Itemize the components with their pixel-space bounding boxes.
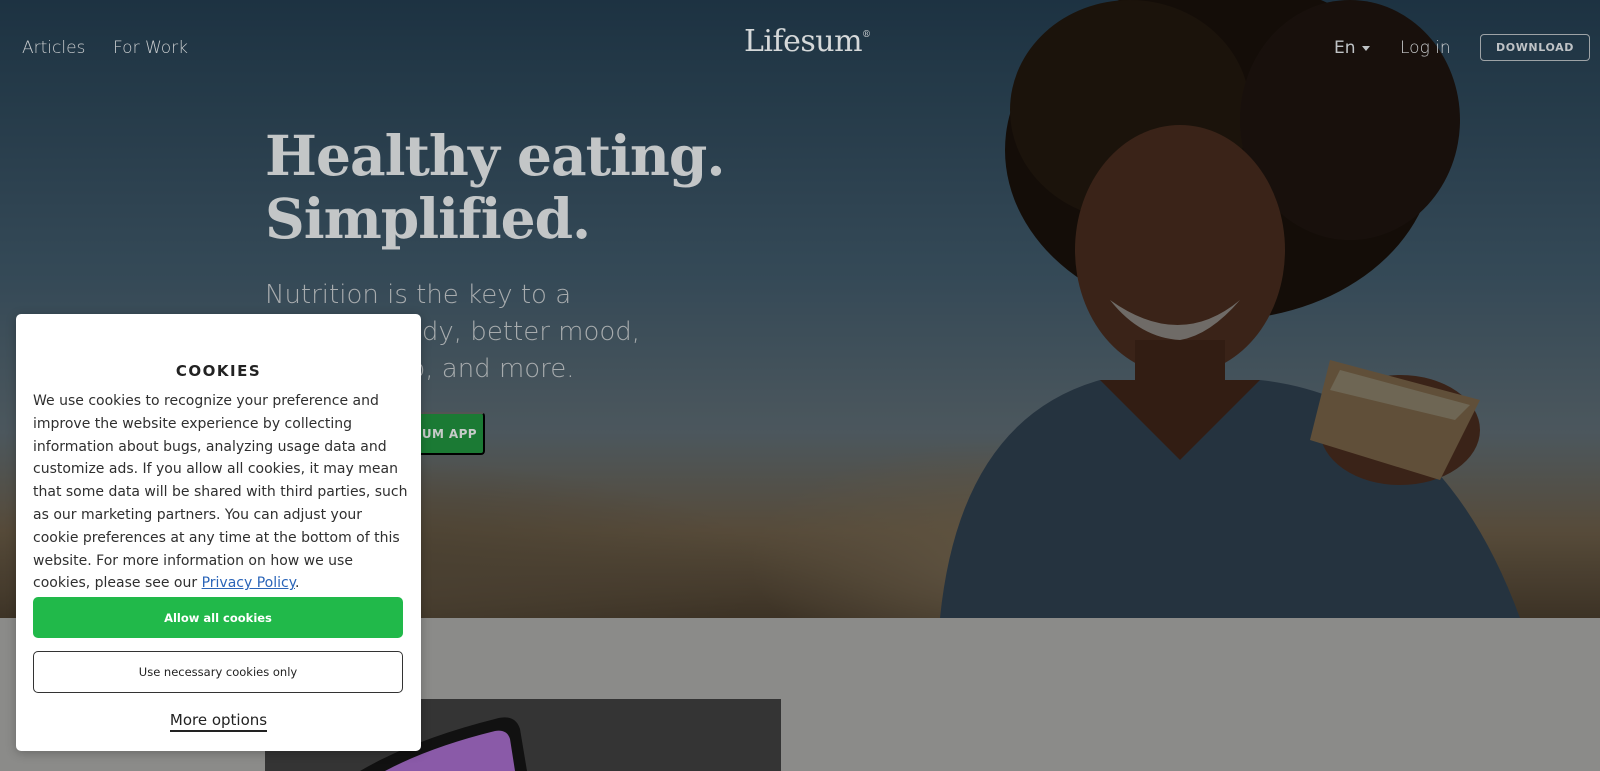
hero-headline: Healthy eating. Simplified.: [265, 123, 726, 251]
logo-text: Lifesum: [744, 24, 863, 59]
cookie-body-end: .: [295, 575, 300, 592]
lifesum-logo[interactable]: Lifesum®: [744, 24, 871, 59]
download-button[interactable]: DOWNLOAD: [1480, 34, 1590, 61]
login-link[interactable]: Log in: [1400, 38, 1451, 58]
cookie-description: We use cookies to recognize your prefere…: [33, 390, 411, 595]
language-label: En: [1334, 38, 1356, 58]
necessary-cookies-button[interactable]: Use necessary cookies only: [33, 651, 403, 693]
language-selector[interactable]: En: [1334, 38, 1370, 58]
nav-articles-link[interactable]: Articles: [22, 38, 85, 58]
cookie-title: COOKIES: [175, 362, 262, 380]
headline-line-2: Simplified.: [265, 186, 591, 251]
more-options-label: More options: [169, 711, 268, 732]
registered-mark: ®: [862, 30, 871, 40]
headline-line-1: Healthy eating.: [265, 123, 726, 188]
more-options-link[interactable]: More options: [16, 711, 421, 732]
cookie-dialog: COOKIES We use cookies to recognize your…: [16, 314, 421, 751]
privacy-policy-link[interactable]: Privacy Policy: [202, 575, 295, 591]
allow-all-cookies-button[interactable]: Allow all cookies: [33, 597, 403, 638]
cookie-body-text: We use cookies to recognize your prefere…: [33, 393, 408, 592]
nav-for-work-link[interactable]: For Work: [113, 38, 188, 58]
chevron-down-icon: [1361, 45, 1370, 51]
